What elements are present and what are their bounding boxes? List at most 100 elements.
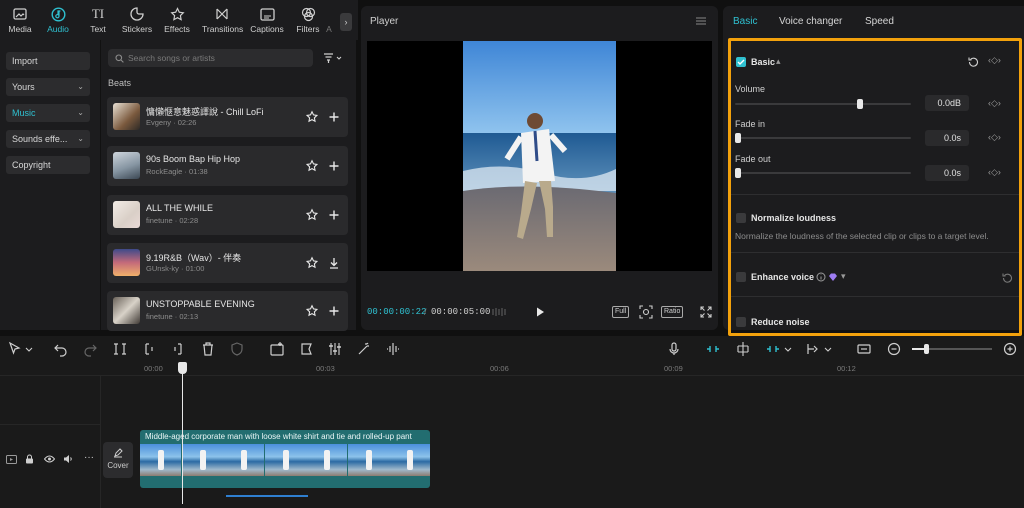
tab-text[interactable]: TI Text: [78, 6, 118, 38]
favorite-star-icon[interactable]: [305, 159, 319, 173]
add-icon[interactable]: [327, 304, 341, 318]
waveform-grid-icon[interactable]: [492, 307, 508, 317]
preview-axis-icon[interactable]: [805, 341, 821, 357]
fade-out-value-field[interactable]: 0.0s: [925, 165, 969, 181]
tab-speed[interactable]: Speed: [865, 16, 894, 27]
favorite-star-icon[interactable]: [305, 256, 319, 270]
song-item[interactable]: UNSTOPPABLE EVENING finetune · 02:13: [107, 291, 348, 331]
zoom-in-icon[interactable]: [1002, 341, 1018, 357]
fade-out-slider[interactable]: [735, 172, 911, 174]
normalize-loudness-checkbox[interactable]: [736, 213, 746, 223]
ratio-button[interactable]: Ratio: [661, 306, 684, 318]
tab-adjust[interactable]: A: [320, 6, 338, 38]
sort-filter-button[interactable]: [321, 50, 349, 66]
menu-icon[interactable]: [695, 16, 707, 26]
play-icon[interactable]: [534, 306, 546, 318]
snap-icon[interactable]: [735, 341, 751, 357]
info-icon[interactable]: [816, 272, 826, 282]
trim-left-icon[interactable]: [141, 341, 157, 357]
playhead-handle[interactable]: [178, 362, 187, 374]
audio-icon: [38, 6, 78, 22]
add-icon[interactable]: [327, 208, 341, 222]
volume-slider[interactable]: [735, 103, 911, 105]
zoom-slider-knob[interactable]: [924, 344, 929, 354]
chevron-right-icon[interactable]: ›: [340, 13, 352, 31]
playhead[interactable]: [178, 362, 187, 504]
keyframe-icon[interactable]: ‹◇›: [988, 167, 1001, 178]
split-icon[interactable]: [112, 341, 128, 357]
category-sound-effects[interactable]: Sounds effe... ⌄: [6, 130, 90, 148]
fade-in-slider[interactable]: [735, 137, 911, 139]
speaker-icon[interactable]: [63, 454, 73, 464]
caret-down-icon[interactable]: ▾: [841, 271, 846, 282]
audio-wave-icon[interactable]: [385, 341, 401, 357]
reset-icon[interactable]: [968, 56, 979, 67]
keyframe-icon[interactable]: ‹◇›: [988, 98, 1001, 109]
tab-captions[interactable]: Captions: [247, 6, 287, 38]
add-icon[interactable]: [327, 110, 341, 124]
song-item[interactable]: 9.19R&B（Wav）- 伴奏 GUnsk-ky · 01:00: [107, 243, 348, 283]
trim-right-icon[interactable]: [170, 341, 186, 357]
shield-icon[interactable]: [229, 341, 245, 357]
category-import[interactable]: Import: [6, 52, 90, 70]
tab-media[interactable]: Media: [0, 6, 40, 38]
add-media-icon[interactable]: [269, 341, 285, 357]
song-item[interactable]: ALL THE WHILE finetune · 02:28: [107, 195, 348, 235]
song-item[interactable]: 90s Boom Bap Hip Hop RockEagle · 01:38: [107, 146, 348, 186]
screenshot-icon[interactable]: [639, 305, 653, 319]
category-copyright[interactable]: Copyright: [6, 156, 90, 174]
tab-effects[interactable]: Effects: [157, 6, 197, 38]
more-options-icon[interactable]: ···: [84, 452, 94, 463]
volume-slider-knob[interactable]: [857, 99, 864, 109]
timeline[interactable]: 00:00 00:03 00:06 00:09 00:12 ··· Cover …: [0, 362, 1024, 508]
chevron-down-icon[interactable]: [24, 341, 34, 357]
eye-icon[interactable]: [44, 455, 55, 463]
enhance-voice-checkbox[interactable]: [736, 272, 746, 282]
search-input[interactable]: Search songs or artists: [108, 49, 313, 67]
redo-icon[interactable]: [82, 341, 98, 357]
fit-timeline-icon[interactable]: [856, 341, 872, 357]
tab-basic[interactable]: Basic: [733, 16, 757, 27]
microphone-icon[interactable]: [666, 341, 682, 357]
chevron-down-icon[interactable]: [783, 341, 793, 357]
select-cursor-icon[interactable]: [7, 341, 23, 357]
full-button[interactable]: Full: [612, 306, 630, 318]
basic-checkbox[interactable]: [736, 57, 746, 67]
volume-value-field[interactable]: 0.0dB: [925, 95, 969, 111]
caret-up-icon[interactable]: ▴: [776, 56, 781, 67]
fade-in-value-field[interactable]: 0.0s: [925, 130, 969, 146]
favorite-star-icon[interactable]: [305, 304, 319, 318]
favorite-star-icon[interactable]: [305, 110, 319, 124]
keyframe-icon[interactable]: ‹◇›: [988, 55, 1001, 66]
download-icon[interactable]: [327, 256, 341, 270]
tab-audio[interactable]: Audio: [38, 6, 78, 38]
tab-voice-changer[interactable]: Voice changer: [779, 16, 842, 27]
category-yours[interactable]: Yours ⌄: [6, 78, 90, 96]
video-canvas[interactable]: [367, 41, 712, 271]
category-music[interactable]: Music ⌄: [6, 104, 90, 122]
adjust-sliders-icon[interactable]: [327, 341, 343, 357]
fullscreen-icon[interactable]: [700, 306, 712, 318]
fade-out-slider-knob[interactable]: [735, 168, 741, 178]
marker-icon[interactable]: [299, 341, 315, 357]
reset-icon[interactable]: [1002, 272, 1013, 283]
fade-in-slider-knob[interactable]: [735, 133, 741, 143]
zoom-slider[interactable]: [912, 344, 992, 354]
zoom-out-icon[interactable]: [886, 341, 902, 357]
keyframe-icon[interactable]: ‹◇›: [988, 132, 1001, 143]
reduce-noise-checkbox[interactable]: [736, 317, 746, 327]
lock-icon[interactable]: [25, 454, 34, 464]
linkage-icon[interactable]: [765, 341, 781, 357]
song-item[interactable]: 慵懶愜意魅惑譯說 - Chill LoFi Evgeny · 02:26: [107, 97, 348, 137]
tab-stickers[interactable]: Stickers: [117, 6, 157, 38]
delete-icon[interactable]: [200, 341, 216, 357]
magic-wand-icon[interactable]: [356, 341, 372, 357]
link-icon[interactable]: [705, 341, 721, 357]
undo-icon[interactable]: [53, 341, 69, 357]
cover-button[interactable]: Cover: [103, 442, 133, 478]
chevron-down-icon[interactable]: [823, 341, 833, 357]
add-icon[interactable]: [327, 159, 341, 173]
tab-transitions[interactable]: Transitions: [202, 6, 243, 38]
video-clip[interactable]: Middle-aged corporate man with loose whi…: [140, 430, 430, 488]
favorite-star-icon[interactable]: [305, 208, 319, 222]
